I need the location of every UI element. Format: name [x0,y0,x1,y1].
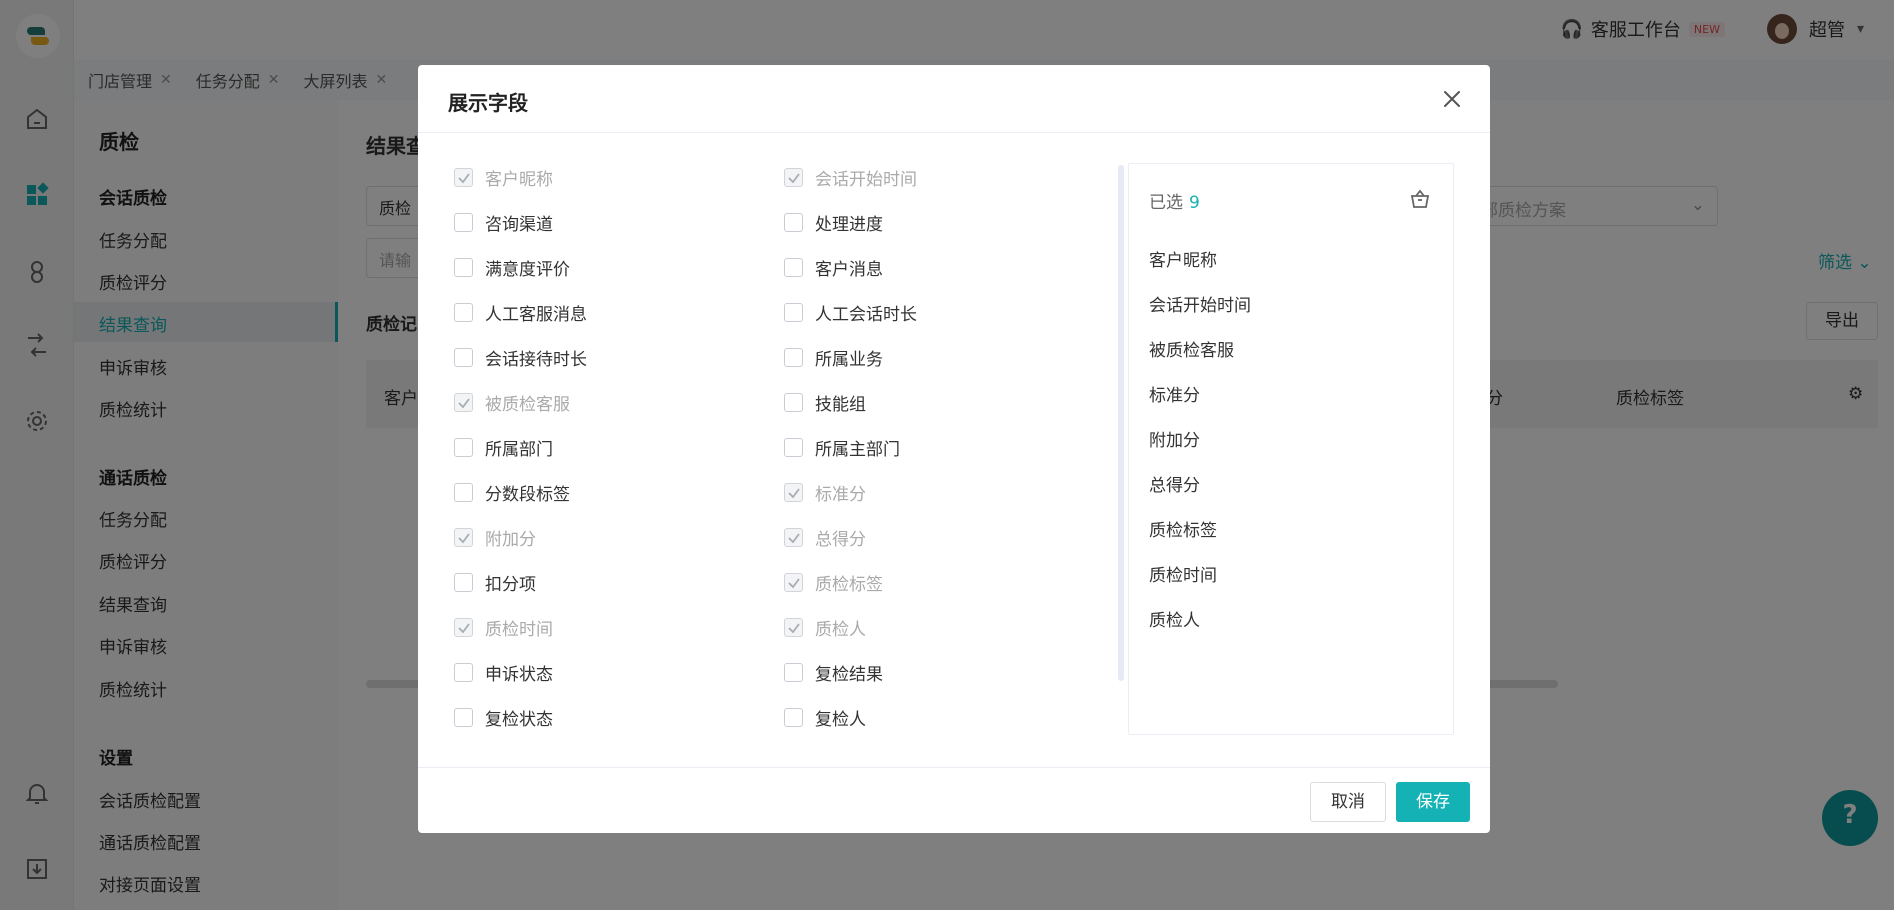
selected-field-item[interactable]: 质检时间 [1149,561,1217,586]
checkbox[interactable] [784,258,803,277]
field-option[interactable]: 扣分项 [454,570,536,595]
selected-field-item[interactable]: 附加分 [1149,426,1200,451]
checkbox-checked [784,573,803,592]
field-option: 客户昵称 [454,165,553,190]
field-option-label: 人工客服消息 [485,305,587,325]
cancel-button[interactable]: 取消 [1310,782,1386,822]
selected-field-item[interactable]: 会话开始时间 [1149,291,1251,316]
checkbox[interactable] [784,438,803,457]
selected-count: 9 [1189,193,1200,213]
field-option-label: 所属部门 [485,440,553,460]
field-option[interactable]: 满意度评价 [454,255,570,280]
checkbox-checked [454,168,473,187]
field-option-label: 复检状态 [485,710,553,730]
field-option[interactable]: 技能组 [784,390,866,415]
vertical-scrollbar[interactable] [1118,165,1124,681]
field-option: 质检标签 [784,570,883,595]
checkbox-checked [454,528,473,547]
checkbox-checked [784,528,803,547]
field-option-label: 客户消息 [815,260,883,280]
field-option-label: 技能组 [815,395,866,415]
field-option-label: 附加分 [485,530,536,550]
checkbox[interactable] [784,663,803,682]
checkbox[interactable] [784,213,803,232]
field-option[interactable]: 所属主部门 [784,435,900,460]
checkbox[interactable] [454,573,473,592]
field-option-label: 满意度评价 [485,260,570,280]
field-option[interactable]: 人工客服消息 [454,300,587,325]
field-option-label: 复检人 [815,710,866,730]
field-option[interactable]: 会话接待时长 [454,345,587,370]
field-option[interactable]: 客户消息 [784,255,883,280]
field-option: 质检时间 [454,615,553,640]
field-option[interactable]: 分数段标签 [454,480,570,505]
close-icon[interactable] [1440,87,1464,111]
checkbox[interactable] [784,303,803,322]
selected-field-item[interactable]: 标准分 [1149,381,1200,406]
checkbox[interactable] [454,663,473,682]
field-option-label: 复检结果 [815,665,883,685]
selected-field-item[interactable]: 总得分 [1149,471,1200,496]
field-option-label: 标准分 [815,485,866,505]
field-option-label: 扣分项 [485,575,536,595]
field-option[interactable]: 所属业务 [784,345,883,370]
field-option[interactable]: 人工会话时长 [784,300,917,325]
field-option[interactable]: 复检人 [784,705,866,730]
checkbox[interactable] [784,708,803,727]
field-option[interactable]: 复检状态 [454,705,553,730]
checkbox-checked [784,483,803,502]
dialog-title: 展示字段 [448,91,528,115]
field-option-label: 咨询渠道 [485,215,553,235]
checkbox[interactable] [454,708,473,727]
clear-basket-icon[interactable] [1409,188,1431,210]
field-option-label: 所属业务 [815,350,883,370]
field-option-label: 会话接待时长 [485,350,587,370]
field-option-label: 总得分 [815,530,866,550]
dialog-header: 展示字段 [418,65,1490,133]
field-option[interactable]: 所属部门 [454,435,553,460]
save-button[interactable]: 保存 [1396,782,1470,822]
field-option-label: 质检人 [815,620,866,640]
field-option: 标准分 [784,480,866,505]
selected-field-item[interactable]: 被质检客服 [1149,336,1234,361]
field-option[interactable]: 咨询渠道 [454,210,553,235]
field-option: 会话开始时间 [784,165,917,190]
field-option[interactable]: 申诉状态 [454,660,553,685]
checkbox[interactable] [454,213,473,232]
field-option-label: 处理进度 [815,215,883,235]
field-option-label: 所属主部门 [815,440,900,460]
checkbox-checked [784,168,803,187]
checkbox[interactable] [454,483,473,502]
checkbox[interactable] [454,438,473,457]
checkbox[interactable] [784,348,803,367]
checkbox-checked [784,618,803,637]
dialog-footer: 取消 保存 [418,767,1490,833]
field-option: 总得分 [784,525,866,550]
field-option-label: 被质检客服 [485,395,570,415]
checkbox[interactable] [454,348,473,367]
selected-field-item[interactable]: 客户昵称 [1149,246,1217,271]
checkbox[interactable] [784,393,803,412]
selected-count-label: 已选 9 [1149,193,1200,213]
field-option-label: 会话开始时间 [815,170,917,190]
field-option-label: 质检标签 [815,575,883,595]
field-option: 附加分 [454,525,536,550]
field-option[interactable]: 复检结果 [784,660,883,685]
display-fields-dialog: 展示字段 客户昵称 会话开始时间 咨询渠道 处理进度 满意度评价 客户消息 人工客服消息 人工… [418,65,1490,833]
checkbox-checked [454,618,473,637]
checkbox-checked [454,393,473,412]
selected-fields-panel: 已选 9 客户昵称会话开始时间 被质检客服标准分附加分总得分质检标签质检时间质检人 [1128,163,1454,735]
field-option: 被质检客服 [454,390,570,415]
field-option[interactable]: 处理进度 [784,210,883,235]
field-option-label: 申诉状态 [485,665,553,685]
checkbox[interactable] [454,303,473,322]
field-option-label: 人工会话时长 [815,305,917,325]
field-option-label: 质检时间 [485,620,553,640]
selected-field-item[interactable]: 质检标签 [1149,516,1217,541]
field-option-label: 客户昵称 [485,170,553,190]
field-option-label: 分数段标签 [485,485,570,505]
selected-field-item[interactable]: 质检人 [1149,606,1200,631]
checkbox[interactable] [454,258,473,277]
field-option: 质检人 [784,615,866,640]
